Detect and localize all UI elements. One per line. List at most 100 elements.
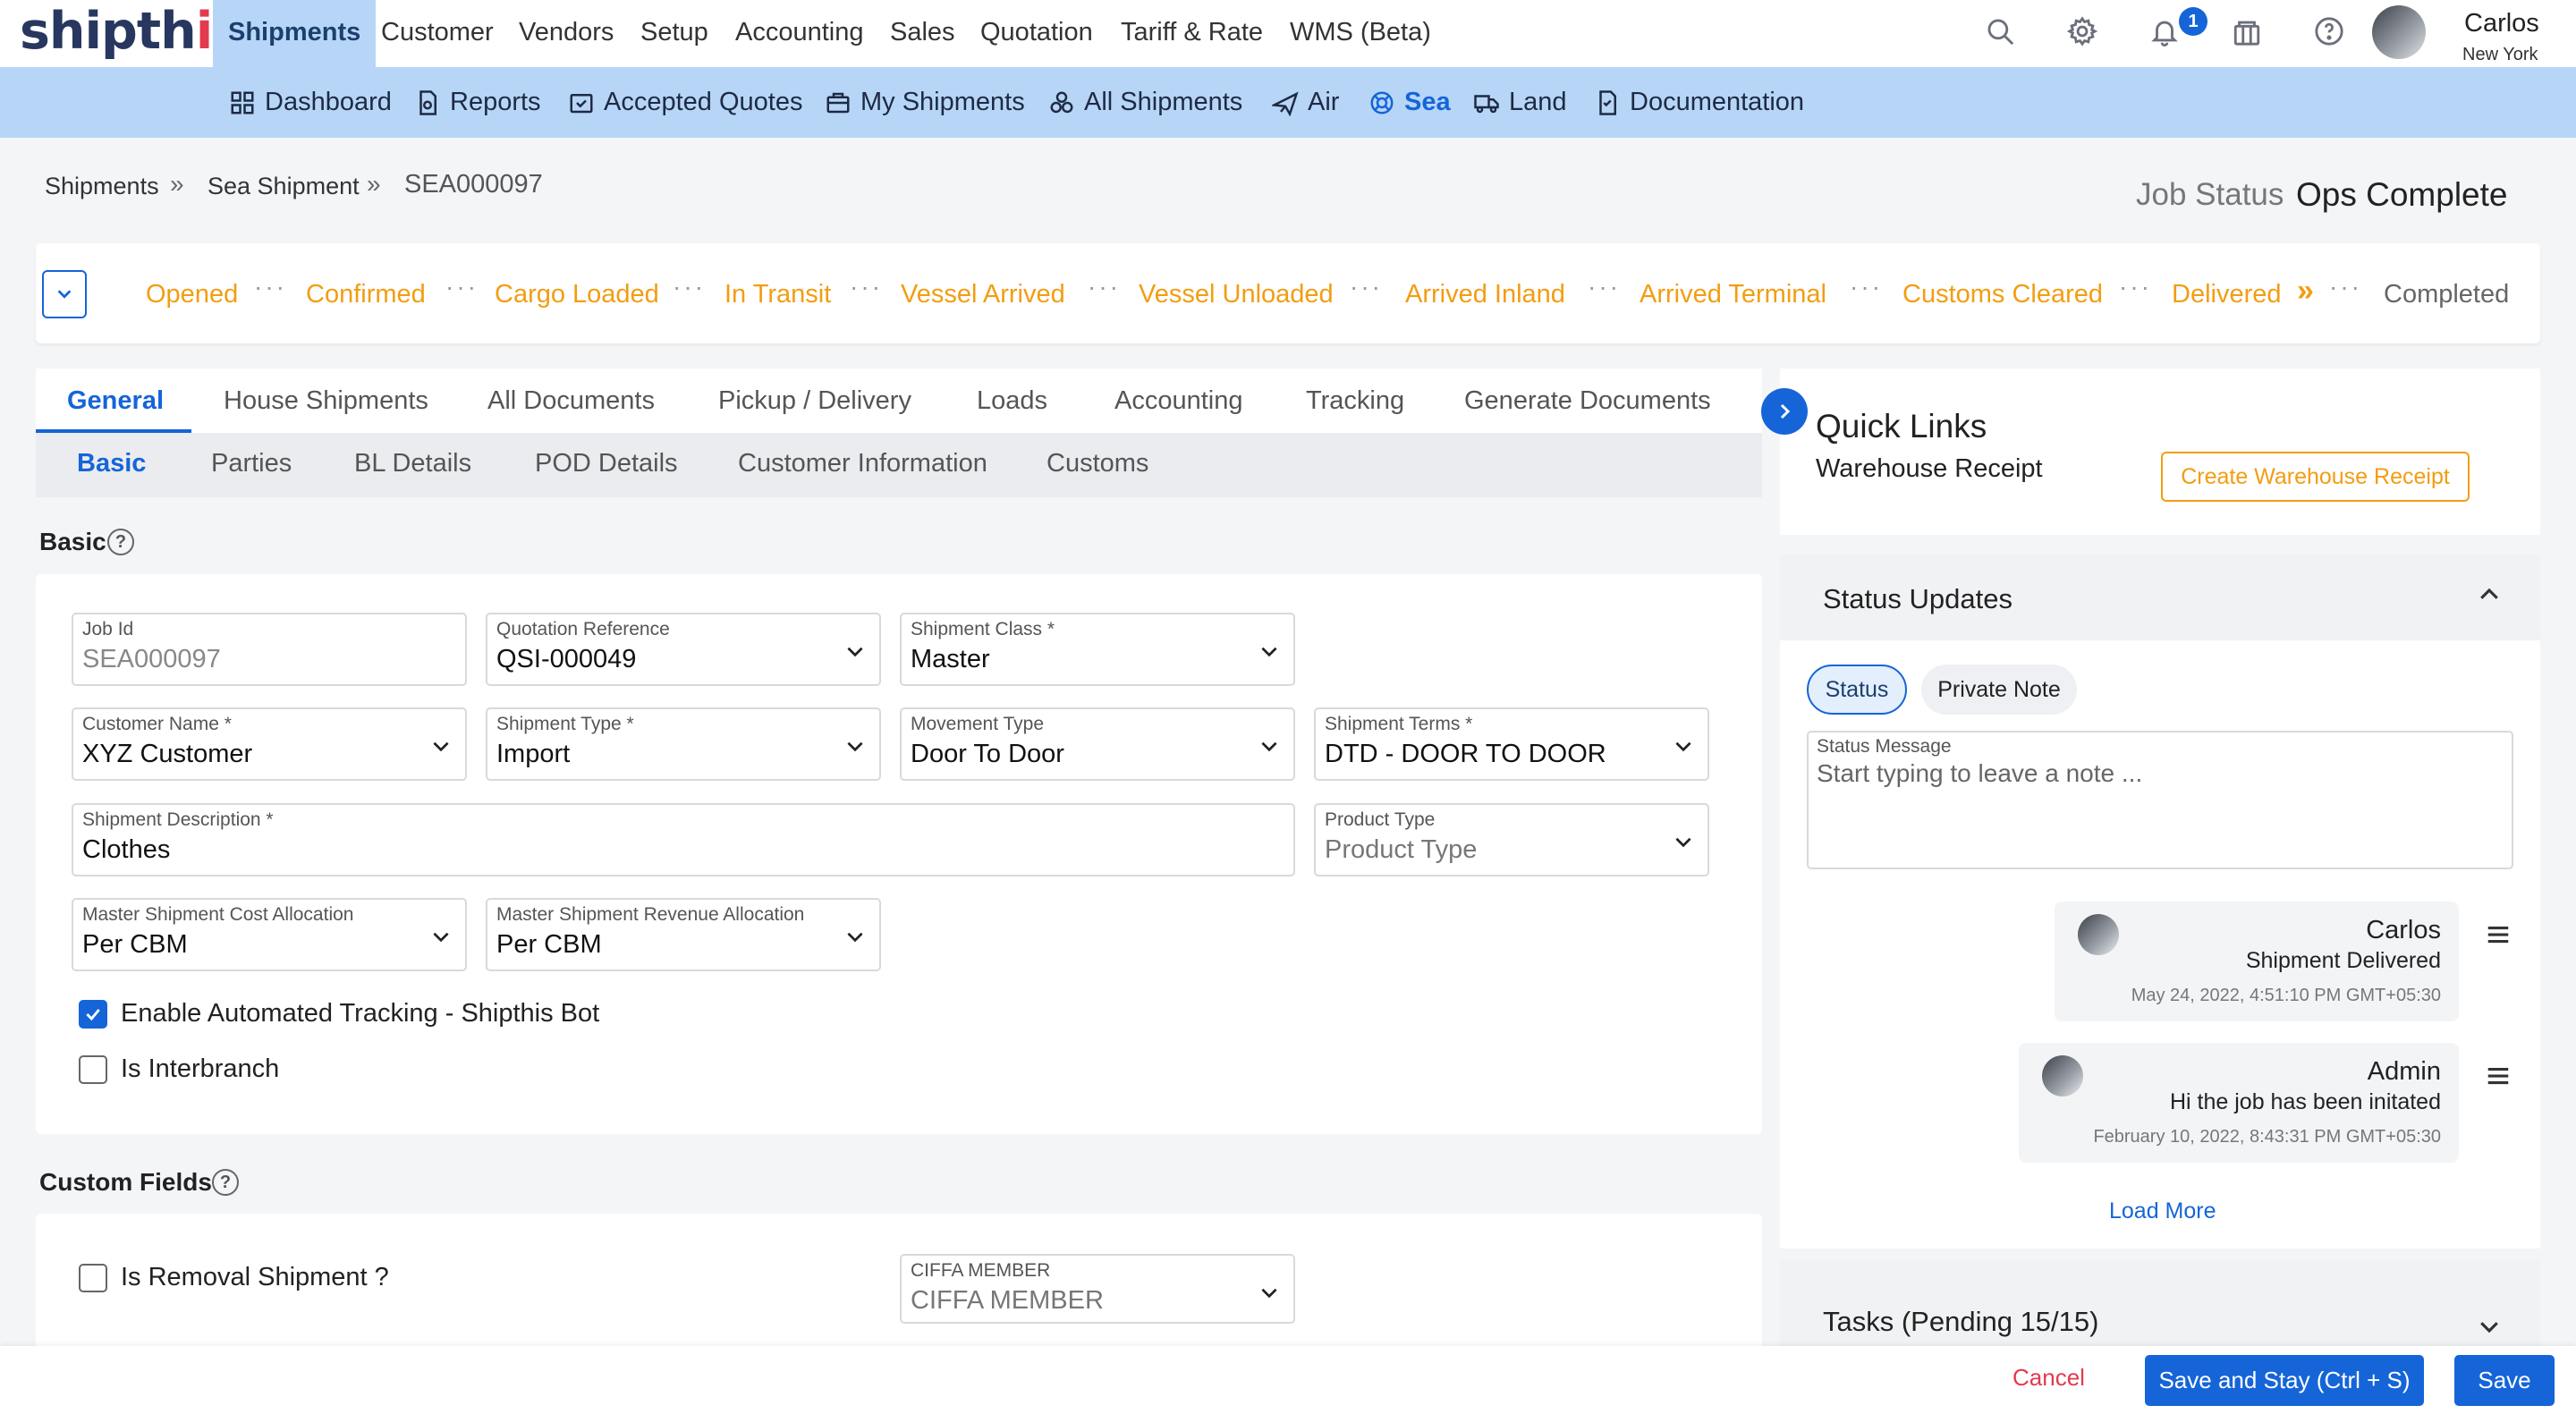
automated-tracking-label[interactable]: Enable Automated Tracking - Shipthis Bot	[121, 999, 599, 1029]
product-type-select[interactable]: Product Type Product Type	[1314, 803, 1709, 876]
gear-icon[interactable]	[2067, 16, 2097, 47]
subnav-documentation[interactable]: Documentation	[1594, 67, 1804, 138]
automated-tracking-checkbox[interactable]	[79, 1000, 107, 1029]
subnav-reports[interactable]: Reports	[414, 67, 541, 138]
save-button[interactable]: Save	[2454, 1355, 2555, 1406]
chevron-down-icon[interactable]	[2476, 1313, 2503, 1340]
removal-shipment-checkbox[interactable]	[79, 1264, 107, 1292]
subnav-all-shipments[interactable]: All Shipments	[1048, 67, 1242, 138]
topmenu-sales[interactable]: Sales	[875, 0, 970, 67]
topmenu-accounting[interactable]: Accounting	[720, 0, 879, 67]
boxes-icon	[1048, 89, 1075, 116]
load-more-link[interactable]: Load More	[2109, 1198, 2216, 1224]
cancel-button[interactable]: Cancel	[2012, 1364, 2085, 1392]
subnav-accepted-quotes[interactable]: Accepted Quotes	[568, 67, 802, 138]
topmenu-wms[interactable]: WMS (Beta)	[1275, 0, 1446, 67]
stage-cargo-loaded[interactable]: Cargo Loaded	[495, 280, 659, 309]
subtab-bl-details[interactable]: BL Details	[354, 449, 471, 478]
menu-icon[interactable]	[2485, 921, 2512, 948]
chevron-down-icon[interactable]	[42, 270, 87, 318]
subnav-sea[interactable]: Sea	[1368, 67, 1451, 138]
chevron-right-icon[interactable]	[1761, 388, 1808, 435]
tab-pickup-delivery[interactable]: Pickup / Delivery	[718, 386, 911, 416]
tab-accounting[interactable]: Accounting	[1114, 386, 1243, 416]
help-icon[interactable]: ?	[212, 1169, 239, 1196]
subnav-air[interactable]: Air	[1272, 67, 1339, 138]
chevron-down-icon	[843, 734, 867, 758]
help-icon[interactable]	[2314, 16, 2344, 47]
app-logo[interactable]: shipthis	[20, 2, 242, 61]
stage-arrived-terminal[interactable]: Arrived Terminal	[1640, 280, 1826, 309]
breadcrumb-current: SEA000097	[404, 170, 543, 199]
topmenu-shipments[interactable]: Shipments	[213, 0, 377, 67]
ciffa-member-select[interactable]: CIFFA MEMBER CIFFA MEMBER	[900, 1254, 1295, 1324]
breadcrumb-sea-shipment[interactable]: Sea Shipment	[208, 173, 360, 200]
shipment-class-select[interactable]: Shipment Class * Master	[900, 613, 1295, 686]
movement-type-select[interactable]: Movement Type Door To Door	[900, 707, 1295, 781]
bell-icon[interactable]	[2149, 16, 2180, 47]
stage-opened[interactable]: Opened	[146, 280, 238, 309]
stage-completed[interactable]: Completed	[2384, 280, 2509, 309]
revenue-allocation-select[interactable]: Master Shipment Revenue Allocation Per C…	[486, 898, 881, 971]
stage-confirmed[interactable]: Confirmed	[306, 280, 426, 309]
tab-generate-documents[interactable]: Generate Documents	[1464, 386, 1711, 416]
removal-shipment-label[interactable]: Is Removal Shipment ?	[121, 1263, 389, 1292]
topmenu-tariff-rate[interactable]: Tariff & Rate	[1106, 0, 1278, 67]
stage-connector: ···	[1350, 273, 1383, 301]
note-timestamp: May 24, 2022, 4:51:10 PM GMT+05:30	[2131, 986, 2441, 1005]
subnav-land[interactable]: Land	[1473, 67, 1567, 138]
help-icon[interactable]: ?	[107, 529, 134, 555]
subtab-customs[interactable]: Customs	[1046, 449, 1148, 478]
tab-general[interactable]: General	[67, 386, 164, 416]
chevron-down-icon	[843, 925, 867, 948]
avatar	[2042, 1055, 2083, 1096]
topmenu-vendors[interactable]: Vendors	[504, 0, 629, 67]
private-note-pill[interactable]: Private Note	[1921, 665, 2077, 715]
inbox-check-icon	[568, 89, 595, 116]
stage-in-transit[interactable]: In Transit	[724, 280, 831, 309]
tab-all-documents[interactable]: All Documents	[487, 386, 655, 416]
cost-allocation-select[interactable]: Master Shipment Cost Allocation Per CBM	[72, 898, 467, 971]
status-updates-title: Status Updates	[1823, 583, 2012, 614]
shipment-description-input[interactable]: Shipment Description * Clothes	[72, 803, 1295, 876]
topmenu-quotation[interactable]: Quotation	[965, 0, 1108, 67]
subnav-my-shipments[interactable]: My Shipments	[825, 67, 1025, 138]
tab-house-shipments[interactable]: House Shipments	[224, 386, 428, 416]
shipment-type-select[interactable]: Shipment Type * Import	[486, 707, 881, 781]
subtab-basic[interactable]: Basic	[77, 449, 146, 478]
gift-icon[interactable]	[2232, 16, 2262, 47]
create-warehouse-receipt-button[interactable]: Create Warehouse Receipt	[2161, 452, 2470, 502]
topmenu-customer[interactable]: Customer	[366, 0, 509, 67]
status-pill[interactable]: Status	[1807, 665, 1907, 715]
subtab-pod-details[interactable]: POD Details	[535, 449, 678, 478]
stage-connector: ···	[445, 273, 479, 301]
stage-delivered[interactable]: Delivered	[2172, 280, 2282, 309]
avatar[interactable]	[2372, 5, 2426, 59]
search-icon[interactable]	[1985, 16, 2015, 47]
menu-icon[interactable]	[2485, 1063, 2512, 1089]
interbranch-checkbox[interactable]	[79, 1055, 107, 1084]
customer-name-select[interactable]: Customer Name * XYZ Customer	[72, 707, 467, 781]
user-name[interactable]: Carlos	[2464, 9, 2539, 38]
chevron-down-icon	[1258, 734, 1281, 758]
subtab-parties[interactable]: Parties	[211, 449, 292, 478]
shipment-terms-select[interactable]: Shipment Terms * DTD - DOOR TO DOOR	[1314, 707, 1709, 781]
chevron-down-icon	[843, 639, 867, 663]
subtab-customer-information[interactable]: Customer Information	[738, 449, 987, 478]
avatar	[2078, 914, 2119, 955]
stage-arrived-inland[interactable]: Arrived Inland	[1405, 280, 1565, 309]
topmenu-setup[interactable]: Setup	[625, 0, 724, 67]
interbranch-label[interactable]: Is Interbranch	[121, 1054, 279, 1084]
breadcrumb-shipments[interactable]: Shipments	[45, 173, 159, 200]
stage-customs-cleared[interactable]: Customs Cleared	[1902, 280, 2103, 309]
subnav-dashboard[interactable]: Dashboard	[229, 67, 392, 138]
document-icon	[1594, 89, 1621, 116]
tab-tracking[interactable]: Tracking	[1306, 386, 1404, 416]
stage-vessel-unloaded[interactable]: Vessel Unloaded	[1139, 280, 1334, 309]
save-and-stay-button[interactable]: Save and Stay (Ctrl + S)	[2145, 1355, 2424, 1406]
tab-loads[interactable]: Loads	[977, 386, 1047, 416]
stage-connector: ···	[2329, 273, 2362, 301]
chevron-up-icon[interactable]	[2476, 581, 2503, 608]
stage-vessel-arrived[interactable]: Vessel Arrived	[901, 280, 1065, 309]
quotation-reference-select[interactable]: Quotation Reference QSI-000049	[486, 613, 881, 686]
